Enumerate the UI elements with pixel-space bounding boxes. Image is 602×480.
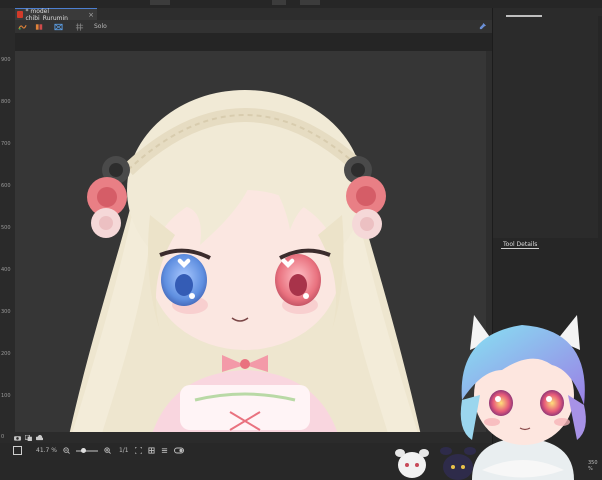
vertical-ruler: 1000 900 800 700 600 500 400 300 200 100… (0, 8, 16, 440)
avatar-overlay (460, 315, 586, 480)
page-indicator: 1/1 (118, 447, 129, 454)
zoom-in-icon[interactable] (104, 447, 111, 454)
document-tab-bar: * model chibi_Rurumin × (0, 8, 492, 22)
top-menu-strip (0, 0, 602, 8)
app-icon (17, 11, 24, 18)
pin-icon[interactable] (479, 23, 486, 30)
copy-icon[interactable] (25, 434, 32, 441)
canvas-bottom-tools (10, 432, 492, 443)
close-icon[interactable]: × (88, 11, 94, 19)
ruler-label: 300 (1, 309, 11, 315)
document-tab[interactable]: * model chibi_Rurumin × (15, 8, 97, 22)
panel-zoom-label: 350 % (588, 460, 598, 472)
ruler-label: 600 (1, 183, 11, 189)
zoom-slider-knob[interactable] (80, 447, 86, 453)
toggle-icon[interactable] (173, 447, 184, 454)
ruler-label: 100 (1, 393, 11, 399)
ruler-label: 500 (1, 225, 11, 231)
zoom-slider[interactable] (75, 447, 98, 453)
ruler-label: 800 (1, 99, 11, 105)
ruler-label: 900 (1, 57, 11, 63)
fit-icon[interactable] (134, 447, 142, 454)
ruler-label: 0 (1, 434, 5, 440)
canvas-top-strip (15, 33, 492, 51)
tool-details-underline (501, 248, 539, 249)
zoom-value[interactable]: 41.7 % (36, 447, 57, 454)
mesh-icon[interactable] (54, 23, 63, 31)
view-toolbar: Solo (15, 20, 492, 33)
zoom-out-icon[interactable] (63, 447, 70, 454)
cloud-icon[interactable] (36, 434, 43, 441)
right-panel-top (492, 8, 602, 238)
deformer-icon[interactable] (18, 23, 27, 31)
reset-view-icon[interactable] (161, 447, 168, 454)
chibi-character-illustration (69, 90, 421, 432)
parameter-icon[interactable] (35, 23, 44, 31)
model-canvas[interactable] (15, 51, 492, 432)
panel-tab-indicator[interactable] (506, 15, 542, 17)
ruler-label: 200 (1, 351, 11, 357)
menu-block[interactable] (272, 0, 286, 5)
ruler-label: 400 (1, 267, 11, 273)
camera-icon[interactable] (14, 435, 21, 441)
grid-icon[interactable] (75, 22, 84, 31)
solo-toggle[interactable]: Solo (94, 23, 107, 30)
panel-scrollbar[interactable] (598, 16, 602, 238)
ruler-label: 700 (1, 141, 11, 147)
menu-block[interactable] (300, 0, 320, 5)
tool-details-tab[interactable]: Tool Details (503, 241, 537, 248)
rotate-icon[interactable] (148, 447, 155, 454)
color-swatch[interactable] (13, 446, 22, 455)
menu-block[interactable] (150, 0, 170, 5)
